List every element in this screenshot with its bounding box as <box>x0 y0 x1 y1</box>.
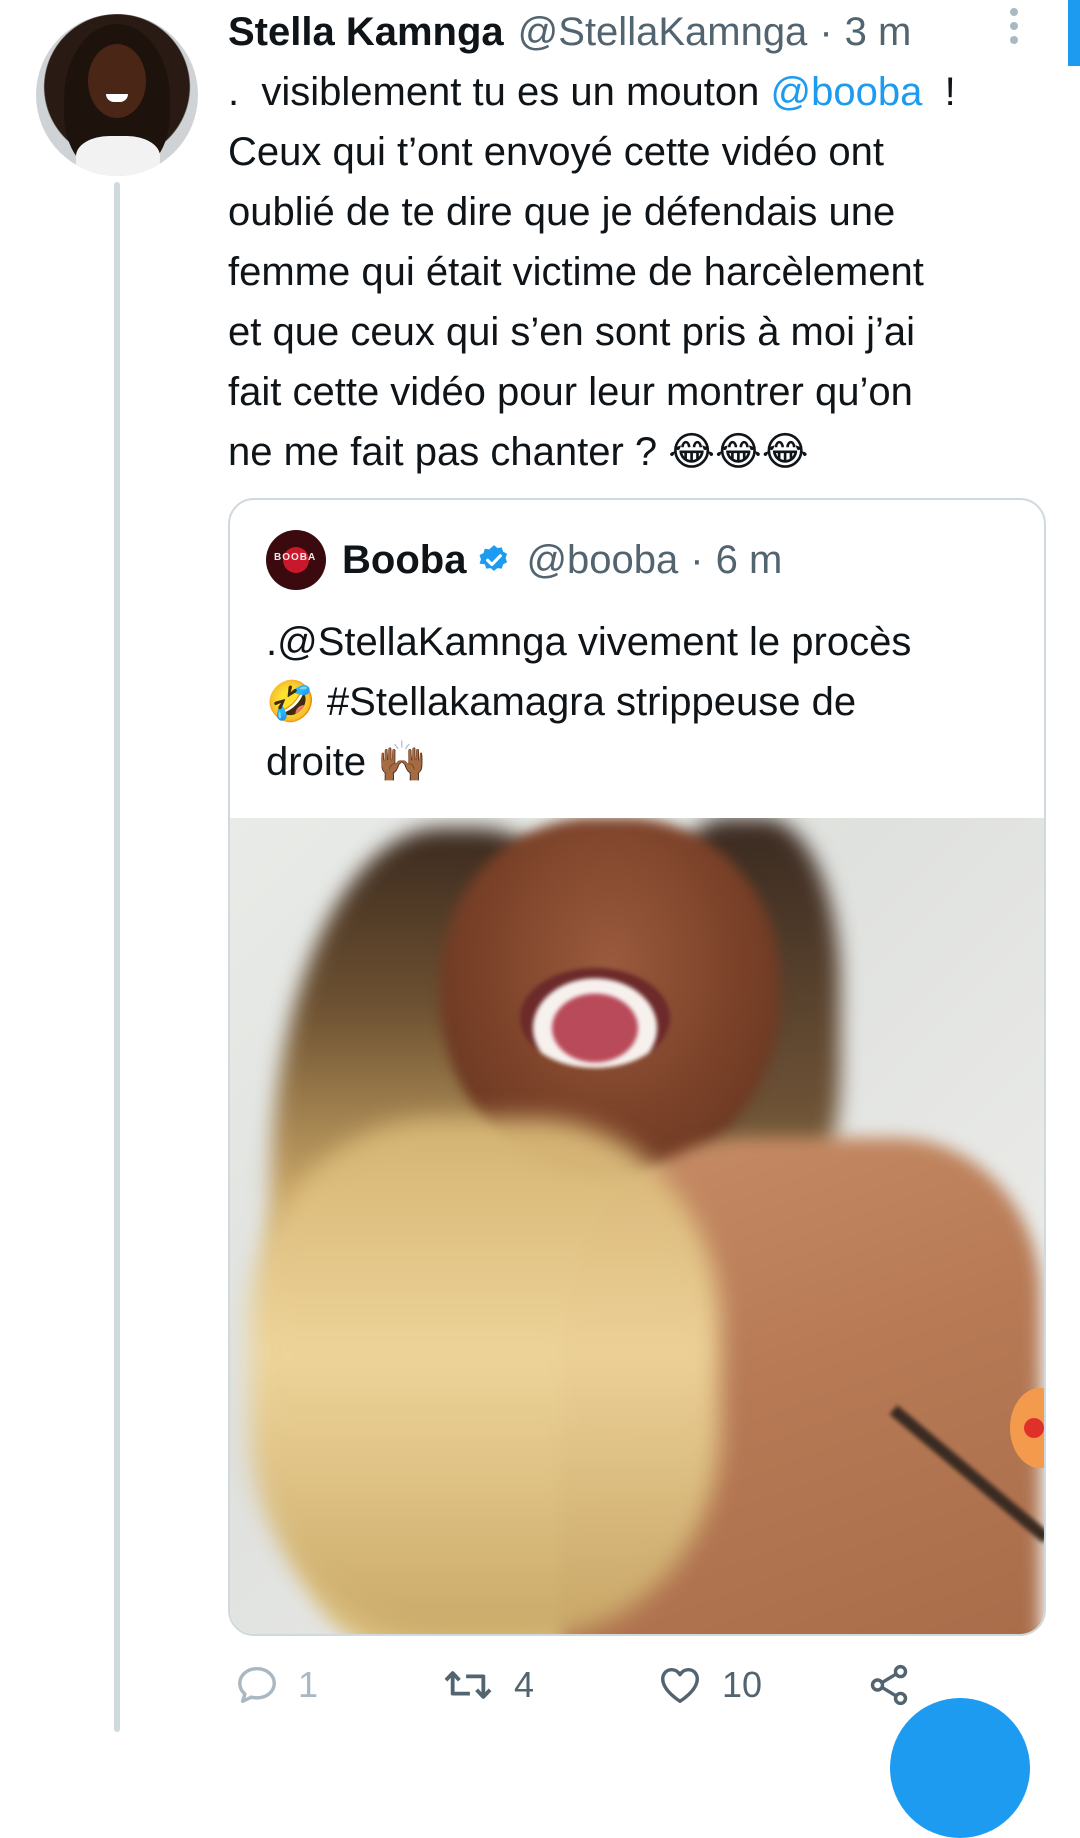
quoted-tweet-text: .@StellaKamnga vivement le procès 🤣 #Ste… <box>266 620 912 784</box>
author-avatar[interactable] <box>36 14 198 176</box>
quoted-tweet-card[interactable]: BOOBA Booba @booba · 6 m .@StellaKamnga … <box>228 498 1046 1636</box>
quoted-tweet-timestamp[interactable]: 6 m <box>716 538 783 583</box>
quoted-author-handle[interactable]: @booba <box>526 538 678 583</box>
quoted-tweet-header: BOOBA Booba @booba · 6 m <box>266 530 782 590</box>
retweet-arrows-icon <box>440 1662 496 1708</box>
mention-link[interactable]: @booba <box>771 70 923 114</box>
quoted-tweet-media[interactable] <box>230 818 1044 1634</box>
quoted-avatar-logo: BOOBA <box>274 552 317 563</box>
quoted-author-name[interactable]: Booba <box>342 538 466 583</box>
retweet-button[interactable]: 4 <box>440 1662 534 1708</box>
reply-count: 1 <box>298 1664 319 1705</box>
retweet-count: 4 <box>514 1664 535 1705</box>
tweet-timestamp[interactable]: 3 m <box>845 10 912 55</box>
heart-icon <box>656 1662 704 1708</box>
author-handle[interactable]: @StellaKamnga <box>518 10 808 55</box>
tweet-text-part-2: ! Ceux qui t’ont envoyé cette vidéo ont … <box>228 70 956 474</box>
speech-bubble-icon <box>234 1662 280 1708</box>
more-options-icon[interactable] <box>1006 8 1022 52</box>
thread-line <box>114 182 120 1732</box>
share-button[interactable] <box>864 1662 914 1708</box>
tweet-text-part-1: . visiblement tu es un mouton <box>228 70 771 114</box>
verified-badge-icon <box>476 542 512 578</box>
tweet-header: Stella Kamnga @StellaKamnga · 3 m <box>228 4 911 60</box>
share-nodes-icon <box>864 1662 914 1708</box>
edge-strip <box>1068 0 1080 66</box>
tweet-actions: 1 4 10 <box>228 1662 1028 1722</box>
header-separator: · <box>819 9 833 54</box>
quoted-header-separator: · <box>690 537 704 582</box>
like-button[interactable]: 10 <box>656 1662 762 1708</box>
compose-fab[interactable] <box>890 1698 1030 1838</box>
author-name[interactable]: Stella Kamnga <box>228 10 504 55</box>
tweet-text: . visiblement tu es un mouton @booba ! C… <box>228 62 1048 482</box>
reply-button[interactable]: 1 <box>234 1662 318 1708</box>
like-count: 10 <box>722 1664 763 1705</box>
quoted-author-avatar[interactable]: BOOBA <box>266 530 326 590</box>
